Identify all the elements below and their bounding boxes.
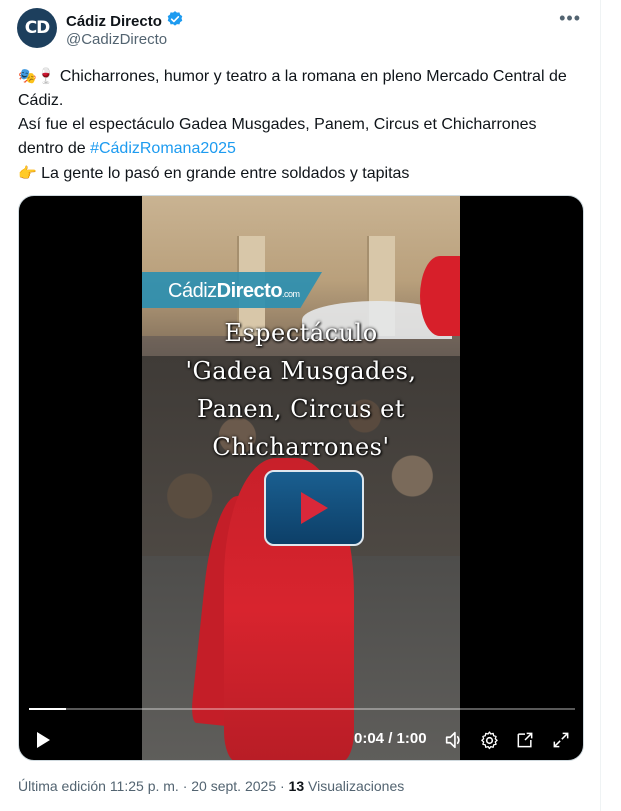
logo-suffix: .com bbox=[282, 289, 300, 299]
author-handle[interactable]: @CadizDirecto bbox=[66, 31, 167, 48]
overlay-title-line: Chicharrones' bbox=[212, 433, 390, 461]
overlay-title-line: 'Gadea Musgades, bbox=[185, 357, 417, 385]
time-display: 0:04 / 1:00 bbox=[354, 730, 427, 747]
post-line-1-text: Chicharrones, humor y teatro a la romana… bbox=[18, 68, 567, 109]
author-name[interactable]: Cádiz Directo bbox=[66, 10, 184, 32]
verified-badge-icon bbox=[166, 10, 184, 32]
edit-timestamp[interactable]: Última edición 11:25 p. m. · 20 sept. 20… bbox=[18, 778, 289, 794]
overlay-title-line: Espectáculo bbox=[224, 319, 378, 347]
popout-icon[interactable] bbox=[513, 728, 537, 752]
overlay-title-line: Panen, Circus et bbox=[197, 395, 405, 423]
post-line-4-text: La gente lo pasó en grande entre soldado… bbox=[41, 165, 410, 182]
post-line-1: 🎭🍷 Chicharrones, humor y teatro a la rom… bbox=[18, 64, 588, 113]
author-display-name[interactable]: Cádiz Directo bbox=[66, 13, 162, 30]
play-icon[interactable] bbox=[31, 728, 55, 752]
video-player[interactable]: CádizDirecto.com Espectáculo 'Gadea Musg… bbox=[18, 195, 584, 761]
post-line-2: Así fue el espectáculo Gadea Musgades, P… bbox=[18, 116, 537, 133]
avatar[interactable]: CD bbox=[17, 8, 57, 48]
post-line-4: 👉 La gente lo pasó en grande entre solda… bbox=[18, 161, 588, 186]
logo-bold: Directo bbox=[216, 280, 283, 302]
post-line-3-prefix: dentro de bbox=[18, 140, 91, 157]
logo-main: Cádiz bbox=[168, 280, 217, 302]
post-meta: Última edición 11:25 p. m. · 20 sept. 20… bbox=[18, 778, 404, 794]
tweet-card: CD Cádiz Directo @CadizDirecto ••• 🎭🍷 Ch… bbox=[0, 0, 621, 811]
fullscreen-icon[interactable] bbox=[549, 728, 573, 752]
timeline-divider bbox=[600, 0, 601, 811]
play-overlay-icon[interactable] bbox=[264, 470, 364, 546]
post-line-3: dentro de #CádizRomana2025 bbox=[18, 137, 588, 161]
volume-icon[interactable] bbox=[442, 728, 466, 752]
video-logo: CádizDirecto.com bbox=[168, 280, 300, 303]
views-count: 13 bbox=[288, 778, 305, 794]
pointing-hand-icon: 👉 bbox=[18, 164, 37, 182]
views-label: Visualizaciones bbox=[304, 778, 405, 794]
hashtag-link[interactable]: #CádizRomana2025 bbox=[90, 140, 236, 157]
post-text: 🎭🍷 Chicharrones, humor y teatro a la rom… bbox=[18, 64, 588, 186]
settings-gear-icon[interactable] bbox=[477, 728, 501, 752]
video-overlay-title: Espectáculo 'Gadea Musgades, Panen, Circ… bbox=[142, 314, 460, 466]
theater-masks-icon: 🎭🍷 bbox=[18, 67, 56, 85]
progress-bar-fill bbox=[29, 708, 66, 710]
more-options-icon[interactable]: ••• bbox=[559, 8, 581, 29]
progress-bar[interactable] bbox=[29, 708, 575, 710]
